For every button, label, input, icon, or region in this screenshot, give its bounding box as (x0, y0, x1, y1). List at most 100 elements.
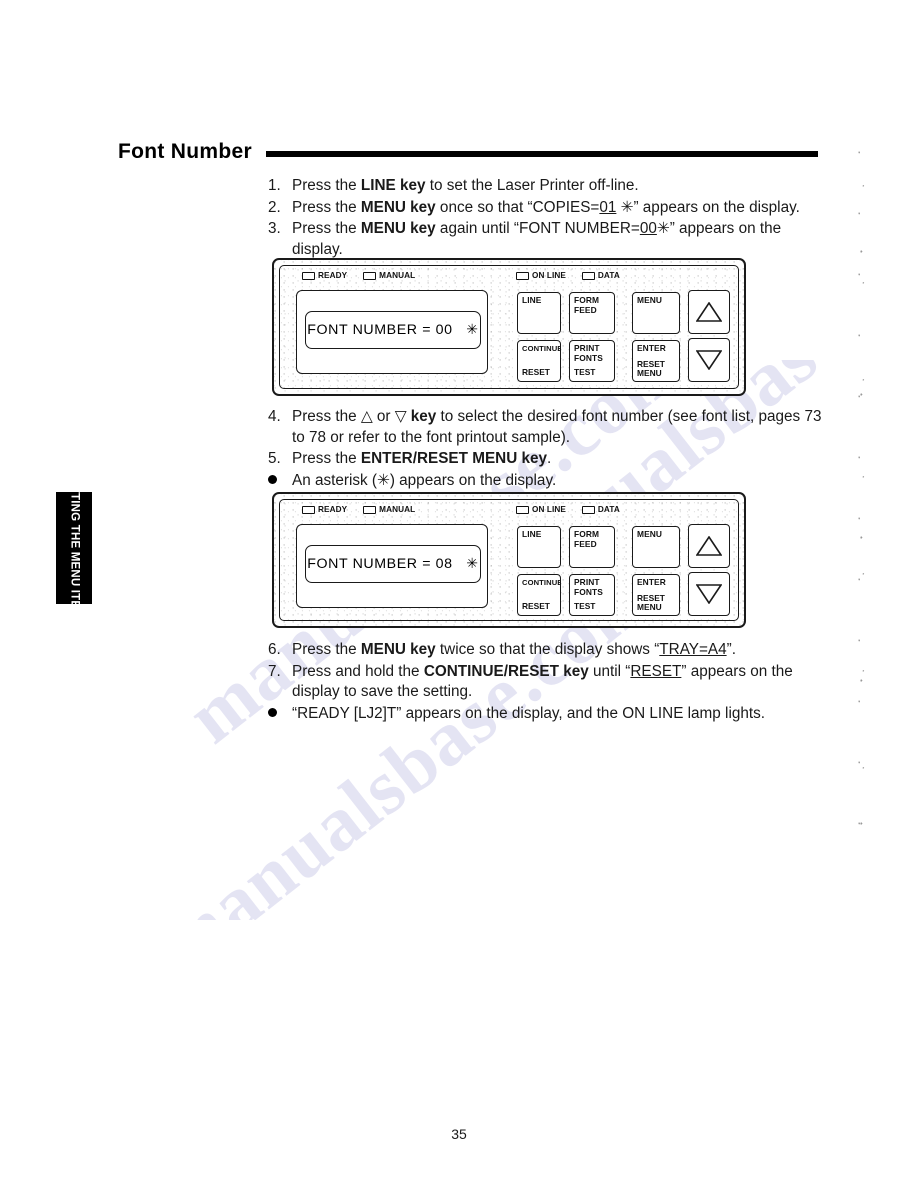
bullet-marker-icon (268, 704, 292, 725)
panel-button-up-arrow[interactable] (688, 290, 730, 334)
panel-button-continue-reset[interactable]: CONTINUE RESET (517, 340, 561, 382)
panel-button-enter-reset-menu[interactable]: ENTER RESET MENU (632, 340, 680, 382)
panel-button-down-arrow[interactable] (688, 572, 730, 616)
instruction-bullet-item: An asterisk (✳) appears on the display. (268, 471, 824, 492)
led-lamp-icon (581, 271, 595, 280)
page-title: Font Number (118, 140, 252, 163)
bullet-marker-icon (268, 471, 292, 492)
panel-button-line[interactable]: LINE (517, 292, 561, 334)
button-label: FONTS (574, 586, 603, 597)
led-label: ON LINE (532, 505, 566, 514)
led-indicator-on-line: ON LINE (516, 271, 566, 280)
instruction-text: Press the MENU key twice so that the dis… (292, 641, 736, 658)
instruction-text: Press the MENU key again until “FONT NUM… (292, 220, 782, 258)
button-label: FEED (574, 304, 597, 315)
panel-button-down-arrow[interactable] (688, 338, 730, 382)
step-number: 1. (268, 177, 281, 194)
button-label-secondary: TEST (574, 367, 596, 378)
instruction-text: “READY [LJ2]T” appears on the display, a… (292, 704, 766, 722)
instruction-text: Press the ENTER/RESET MENU key. (292, 450, 552, 467)
instruction-list-2: 4. Press the △ or ▽ key to select the des… (268, 407, 824, 492)
led-label: READY (318, 505, 348, 514)
led-group-left: READY MANUAL (302, 269, 431, 282)
instruction-step-item: 2. Press the MENU key once so that “COPIE… (268, 198, 824, 219)
led-group-left: READY MANUAL (302, 503, 431, 516)
panel-button-menu[interactable]: MENU (632, 292, 680, 334)
step-number: 6. (268, 641, 281, 658)
led-label: MANUAL (379, 505, 416, 514)
instruction-step-item: 5. Press the ENTER/RESET MENU key. (268, 449, 824, 470)
manual-page: Font Number 1. Press the LINE key to set … (0, 0, 918, 1188)
panel-button-form-feed[interactable]: FORM FEED (569, 526, 615, 568)
panel-button-print-fonts-test[interactable]: PRINT FONTS TEST (569, 340, 615, 382)
button-label-secondary: RESET (522, 367, 550, 378)
led-indicator-ready: READY (302, 505, 347, 514)
triangle-up-icon (696, 302, 722, 322)
button-label: LINE (522, 295, 542, 305)
button-label: CONTINUE (522, 578, 561, 587)
instruction-step-item: 4. Press the △ or ▽ key to select the des… (268, 407, 824, 448)
panel-button-up-arrow[interactable] (688, 524, 730, 568)
panel-button-menu[interactable]: MENU (632, 526, 680, 568)
panel-button-print-fonts-test[interactable]: PRINT FONTS TEST (569, 574, 615, 616)
panel-button-continue-reset[interactable]: CONTINUE RESET (517, 574, 561, 616)
button-label: CONTINUE (522, 344, 561, 353)
led-indicator-on-line: ON LINE (516, 505, 566, 514)
scan-speckle-artifact (855, 150, 869, 850)
step-number: 2. (268, 198, 281, 216)
instruction-text: An asterisk (✳) appears on the display. (292, 471, 557, 489)
instruction-step-item: 6. Press the MENU key twice so that the d… (268, 640, 824, 661)
section-thumb-tab: SETTING THE MENU ITEMS (56, 470, 92, 626)
led-label: READY (318, 271, 348, 280)
step-number: 4. (268, 408, 281, 425)
step-number: 5. (268, 450, 281, 467)
triangle-down-icon (696, 584, 722, 604)
button-label: ENTER (637, 577, 666, 587)
led-group-right: ON LINE DATA (516, 269, 636, 282)
led-lamp-icon (581, 505, 595, 514)
lcd-display-text: FONT NUMBER = 08 ✳ (307, 556, 479, 572)
button-label-secondary: TEST (574, 601, 596, 612)
led-indicator-data: DATA (581, 271, 620, 280)
section-heading: Font Number (118, 140, 818, 164)
instruction-step-item: 1. Press the LINE key to set the Laser Pr… (268, 176, 824, 197)
led-label: ON LINE (532, 271, 566, 280)
panel-button-line[interactable]: LINE (517, 526, 561, 568)
led-lamp-icon (363, 271, 377, 280)
led-label: DATA (597, 505, 620, 514)
button-label: MENU (637, 295, 663, 305)
instruction-text: Press the △ or ▽ key to select the desir… (292, 408, 822, 446)
panel-button-form-feed[interactable]: FORM FEED (569, 292, 615, 334)
page-number: 35 (451, 1126, 467, 1142)
control-panel-figure-2: READY MANUAL ON LINE DATA FONT NUMBER = … (272, 492, 746, 628)
instruction-list-1: 1. Press the LINE key to set the Laser Pr… (268, 176, 824, 261)
button-label-secondary: RESET (522, 601, 550, 612)
led-label: MANUAL (379, 271, 416, 280)
heading-rule (265, 151, 818, 157)
instruction-bullet-item: “READY [LJ2]T” appears on the display, a… (268, 704, 824, 725)
instruction-list-3: 6. Press the MENU key twice so that the d… (268, 640, 824, 725)
instruction-text: Press the LINE key to set the Laser Prin… (292, 177, 639, 194)
led-indicator-manual: MANUAL (363, 271, 415, 280)
step-number: 7. (268, 662, 281, 680)
led-label: DATA (597, 271, 620, 280)
lcd-display-screen: FONT NUMBER = 08 ✳ (305, 545, 481, 583)
panel-button-enter-reset-menu[interactable]: ENTER RESET MENU (632, 574, 680, 616)
triangle-up-icon (696, 536, 722, 556)
button-label: MENU (637, 529, 663, 539)
button-label-secondary: RESET MENU (637, 593, 665, 612)
button-label: ENTER (637, 343, 666, 353)
lcd-display-screen: FONT NUMBER = 00 ✳ (305, 311, 481, 349)
led-lamp-icon (363, 505, 377, 514)
instruction-text: Press the MENU key once so that “COPIES=… (292, 198, 800, 216)
led-indicator-manual: MANUAL (363, 505, 415, 514)
button-label: FEED (574, 538, 597, 549)
lcd-display-text: FONT NUMBER = 00 ✳ (307, 322, 479, 338)
led-indicator-ready: READY (302, 271, 347, 280)
button-label: FONTS (574, 352, 603, 363)
section-thumb-tab-label: SETTING THE MENU ITEMS (68, 470, 81, 626)
lcd-display-bezel: FONT NUMBER = 00 ✳ (296, 290, 488, 374)
led-lamp-icon (516, 271, 529, 280)
control-panel-figure-1: READY MANUAL ON LINE DATA FONT NUMBER = … (272, 258, 746, 396)
instruction-text: Press and hold the CONTINUE/RESET key un… (292, 662, 793, 701)
